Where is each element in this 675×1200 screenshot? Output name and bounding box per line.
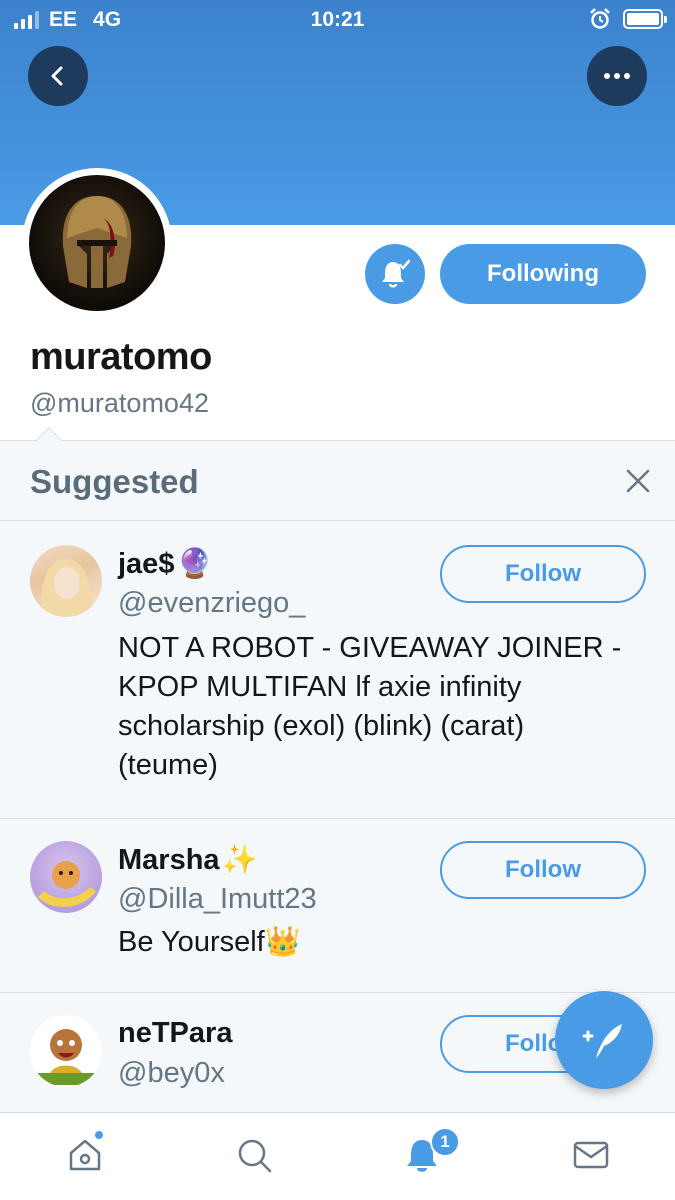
status-bar: EE 4G 10:21 [0, 0, 675, 38]
spartan-helmet-image [62, 196, 132, 288]
profile-display-name: muratomo [30, 336, 212, 378]
more-options-button[interactable] [587, 46, 647, 106]
suggested-user-jae[interactable]: jae$🔮 @evenzriego_ NOT A ROBOT - GIVEAWA… [0, 521, 675, 819]
user-photo-image [40, 559, 92, 617]
follow-button[interactable]: Follow [440, 545, 646, 603]
user-name: neTPara [118, 1017, 233, 1049]
profile-handle: @muratomo42 [30, 388, 209, 418]
battery-icon [623, 9, 667, 29]
home-icon [69, 1139, 101, 1171]
user-handle: @Dilla_Imutt23 [118, 883, 317, 915]
profile-avatar[interactable] [22, 168, 172, 318]
home-unread-dot [93, 1129, 105, 1141]
suggested-user-marsha[interactable]: Marsha✨ @Dilla_Imutt23 Be Yourself👑 Foll… [0, 819, 675, 993]
avatar[interactable] [30, 545, 102, 617]
user-handle: @bey0x [118, 1057, 225, 1089]
compose-feather-icon [582, 1024, 622, 1058]
user-bio: NOT A ROBOT - GIVEAWAY JOINER - KPOP MUL… [118, 632, 622, 781]
user-photo-image [36, 1029, 96, 1085]
avatar[interactable] [30, 1015, 102, 1087]
bell-check-icon [382, 259, 411, 288]
messages-icon [573, 1141, 609, 1169]
alarm-icon [590, 8, 610, 29]
user-bio: Be Yourself👑 [118, 926, 301, 958]
search-icon [238, 1139, 272, 1173]
notifications-toggle-button[interactable] [365, 244, 425, 304]
user-handle: @evenzriego_ [118, 587, 306, 619]
clock-time: 10:21 [310, 8, 365, 31]
notification-count-badge: 1 [430, 1127, 460, 1157]
chevron-left-icon [51, 66, 63, 86]
close-icon[interactable] [622, 465, 654, 497]
user-photo-image [38, 861, 96, 907]
bottom-tab-bar: 1 [0, 1112, 675, 1200]
back-button[interactable] [28, 46, 88, 106]
tab-search[interactable] [232, 1133, 276, 1177]
suggested-title: Suggested [30, 463, 199, 500]
following-button[interactable]: Following [440, 244, 646, 304]
ellipsis-icon [604, 73, 630, 79]
tab-messages[interactable] [569, 1133, 613, 1177]
follow-button[interactable]: Follow [440, 841, 646, 899]
user-name: jae$🔮 [118, 548, 213, 580]
compose-tweet-button[interactable] [555, 991, 653, 1089]
avatar[interactable] [30, 841, 102, 913]
avatar [29, 175, 165, 311]
user-name: Marsha✨ [118, 844, 258, 876]
suggested-header: Suggested [0, 441, 675, 521]
